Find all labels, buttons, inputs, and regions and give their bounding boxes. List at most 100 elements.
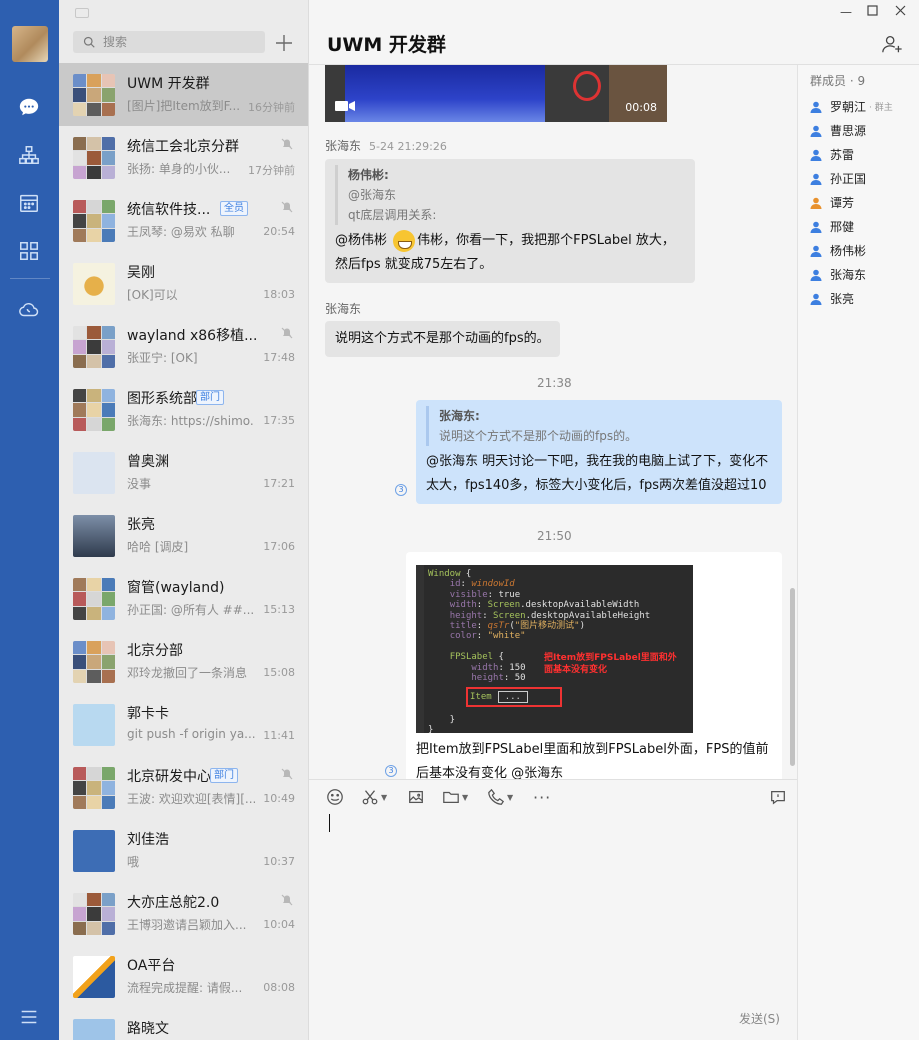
conversation-item[interactable]: 北京研发中心 部门 王波: 欢迎欢迎[表情][... 10:49 bbox=[59, 756, 308, 819]
member-item[interactable]: 苏雷 bbox=[810, 146, 854, 163]
message-bubble[interactable]: 杨伟彬: @张海东 qt底层调用关系: @杨伟彬 伟彬，你看一下，我把那个FPS… bbox=[325, 159, 695, 283]
member-name: 罗朝江 bbox=[830, 100, 867, 114]
read-count-badge[interactable]: 3 bbox=[385, 765, 397, 777]
conversation-item[interactable]: 郭卡卡 git push -f origin ya... 11:41 bbox=[59, 693, 308, 756]
conversation-preview: 邓玲龙撤回了一条消息 bbox=[127, 666, 248, 680]
message-scrollbar[interactable] bbox=[790, 588, 795, 766]
conversation-item[interactable]: 刘佳浩哦 10:37 bbox=[59, 819, 308, 882]
conversation-time: 17分钟前 bbox=[248, 164, 295, 177]
search-box[interactable] bbox=[73, 31, 265, 53]
member-item[interactable]: 罗朝江 · 群主 bbox=[810, 98, 893, 115]
chat-panel: — UWM 开发群 00:08 张海东 5-24 21:29:26 杨伟彬: @… bbox=[309, 0, 919, 1040]
member-item[interactable]: 杨伟彬 bbox=[810, 242, 866, 259]
conversation-item[interactable]: 张亮 哈哈 [调皮] 17:06 bbox=[59, 504, 308, 567]
chat-history-icon[interactable] bbox=[769, 786, 787, 808]
my-avatar[interactable] bbox=[12, 26, 48, 62]
quote-line: @张海东 bbox=[348, 188, 397, 202]
screenshot-scissors-icon[interactable]: ▼ bbox=[361, 786, 387, 808]
conversation-item[interactable]: 统信工会北京分群 张扬: 单身的小伙... 17分钟前 bbox=[59, 126, 308, 189]
person-icon bbox=[810, 149, 822, 161]
calendar-icon[interactable] bbox=[17, 191, 41, 215]
member-item[interactable]: 张海东 bbox=[810, 266, 866, 283]
phone-icon[interactable]: ▼ bbox=[487, 786, 513, 808]
member-item[interactable]: 张亮 bbox=[810, 290, 854, 307]
conversation-item[interactable]: UWM 开发群 [图片]把Item放到F... 16分钟前 bbox=[59, 63, 308, 126]
rail-divider bbox=[10, 278, 50, 279]
minimize-icon[interactable]: — bbox=[839, 5, 853, 19]
quoted-message: 杨伟彬: @张海东 qt底层调用关系: bbox=[335, 165, 685, 225]
member-item[interactable]: 邢健 bbox=[810, 218, 854, 235]
member-item[interactable]: 谭芳 bbox=[810, 194, 854, 211]
add-plus-icon[interactable] bbox=[272, 31, 296, 55]
conversation-name: 北京分部 bbox=[127, 643, 183, 659]
cloud-phone-icon[interactable] bbox=[17, 298, 41, 322]
conversation-preview: 没事 bbox=[127, 477, 152, 491]
conversation-name: 刘佳浩 bbox=[127, 832, 169, 848]
folder-icon[interactable]: ▼ bbox=[442, 786, 468, 808]
conversation-item[interactable]: 窗管(wayland) 孙正国: @所有人 ##... 15:13 bbox=[59, 567, 308, 630]
conversation-item[interactable]: 吴刚 [OK]可以 18:03 bbox=[59, 252, 308, 315]
conversation-item[interactable]: 北京分部邓玲龙撤回了一条消息 15:08 bbox=[59, 630, 308, 693]
person-icon bbox=[810, 101, 822, 113]
group-type-badge: 部门 bbox=[196, 390, 224, 405]
conversation-time: 15:13 bbox=[263, 603, 295, 616]
conversation-name: OA平台 bbox=[127, 958, 176, 974]
muted-bell-icon bbox=[281, 768, 293, 780]
muted-bell-icon bbox=[281, 327, 293, 339]
message-text: @张海东 明天讨论一下吧，我在我的电脑上试了下，变化不太大，fps140多，标签… bbox=[426, 454, 769, 493]
search-input[interactable] bbox=[103, 35, 253, 49]
conversation-avatar bbox=[73, 578, 115, 620]
conversation-avatar bbox=[73, 452, 115, 494]
send-button[interactable]: 发送(S) bbox=[739, 1010, 780, 1027]
image-icon[interactable] bbox=[407, 786, 425, 808]
member-name: 张海东 bbox=[830, 268, 867, 282]
conversation-time: 10:37 bbox=[263, 855, 295, 868]
conversation-name: 吴刚 bbox=[127, 265, 155, 281]
emoji-icon[interactable] bbox=[326, 786, 344, 808]
message-list[interactable]: 00:08 张海东 5-24 21:29:26 杨伟彬: @张海东 qt底层调用关… bbox=[309, 65, 797, 779]
conversation-avatar bbox=[73, 326, 115, 368]
conversation-item[interactable]: 路晓文 bbox=[59, 1008, 308, 1040]
menu-icon[interactable] bbox=[17, 1005, 41, 1029]
conversation-item[interactable]: 曾奥渊 没事 17:21 bbox=[59, 441, 308, 504]
time-divider: 21:38 bbox=[537, 376, 572, 390]
person-icon bbox=[810, 125, 822, 137]
my-image-message[interactable]: Window { id: windowId visible: true widt… bbox=[406, 552, 782, 779]
conversation-item[interactable]: 大亦庄总舵2.0 王博羽邀请吕颖加入... 10:04 bbox=[59, 882, 308, 945]
chat-title: UWM 开发群 bbox=[327, 34, 446, 56]
conversation-preview: 哦 bbox=[127, 855, 140, 869]
member-item[interactable]: 孙正国 bbox=[810, 170, 866, 187]
conversation-item[interactable]: wayland x86移植... 张亚宁: [OK] 17:48 bbox=[59, 315, 308, 378]
conversation-preview: 流程完成提醒: 请假... bbox=[127, 981, 243, 995]
conversation-preview: 王凤琴: @易欢 私聊 bbox=[127, 225, 235, 239]
conversation-time: 17:48 bbox=[263, 351, 295, 364]
message-bubble[interactable]: 说明这个方式不是那个动画的fps的。 bbox=[325, 321, 560, 357]
my-message-bubble[interactable]: 张海东: 说明这个方式不是那个动画的fps的。 @张海东 明天讨论一下吧，我在我… bbox=[416, 400, 782, 504]
conversation-name: 路晓文 bbox=[127, 1021, 169, 1037]
org-chart-icon[interactable] bbox=[17, 143, 41, 167]
member-item[interactable]: 曹思源 bbox=[810, 122, 866, 139]
conversation-item[interactable]: 统信软件技... 全员 王凤琴: @易欢 私聊 20:54 bbox=[59, 189, 308, 252]
conversation-time: 17:35 bbox=[263, 414, 295, 427]
more-icon[interactable]: ··· bbox=[533, 786, 551, 808]
add-member-icon[interactable] bbox=[881, 33, 903, 55]
member-name: 张亮 bbox=[830, 292, 855, 306]
conversation-item[interactable]: 图形系统部 部门 张海东: https://shimo... 17:35 bbox=[59, 378, 308, 441]
apps-grid-icon[interactable] bbox=[17, 239, 41, 263]
quote-author: 张海东: bbox=[439, 409, 480, 423]
code-screenshot-image[interactable]: Window { id: windowId visible: true widt… bbox=[416, 565, 693, 735]
read-count-badge[interactable]: 3 bbox=[395, 484, 407, 496]
conversation-preview: 哈哈 [调皮] bbox=[127, 540, 189, 554]
conversation-avatar bbox=[73, 641, 115, 683]
video-message[interactable]: 00:08 bbox=[325, 65, 667, 122]
person-icon bbox=[810, 269, 822, 281]
close-icon[interactable] bbox=[893, 5, 907, 19]
maximize-icon[interactable] bbox=[865, 5, 879, 19]
conversation-preview: 孙正国: @所有人 ##... bbox=[127, 603, 255, 617]
chat-bubble-icon[interactable] bbox=[17, 95, 41, 119]
conversation-time: 15:08 bbox=[263, 666, 295, 679]
conversation-avatar bbox=[73, 956, 115, 998]
message-sender: 张海东 bbox=[325, 300, 361, 317]
conversation-item[interactable]: OA平台 流程完成提醒: 请假... 08:08 bbox=[59, 945, 308, 1008]
message-input[interactable] bbox=[325, 812, 781, 1002]
